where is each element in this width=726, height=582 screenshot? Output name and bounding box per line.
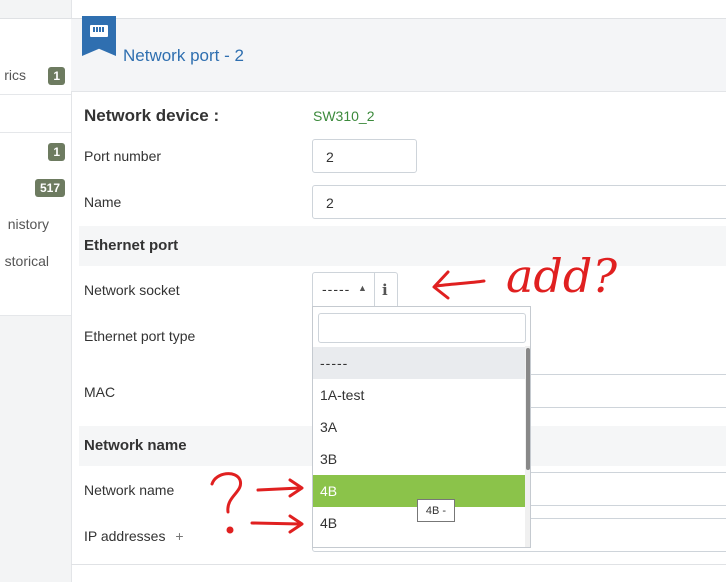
sidebar-item-label: storical: [4, 253, 49, 269]
arrow-annotation: [434, 279, 486, 288]
dropdown-option[interactable]: -----: [313, 347, 525, 379]
network-name-section-title: Network name: [84, 437, 187, 454]
question-mark-drawing: [210, 472, 243, 514]
network-device-link[interactable]: SW310_2: [313, 108, 374, 124]
sidebar-item[interactable]: [0, 280, 71, 316]
sidebar-top-item[interactable]: [0, 18, 71, 58]
dropdown-search-input[interactable]: [318, 313, 526, 343]
network-device-label: Network device :: [84, 106, 220, 125]
network-name-label: Network name: [84, 482, 175, 498]
network-socket-select[interactable]: ----- ▲ i: [312, 272, 398, 307]
sidebar-item-label: rics: [4, 67, 26, 83]
dropdown-option[interactable]: 3A: [313, 411, 525, 443]
sidebar: rics 1 1 517 nistory storical: [0, 0, 72, 582]
add-ip-icon[interactable]: +: [175, 528, 183, 544]
ethernet-port-type-label: Ethernet port type: [84, 328, 196, 344]
sidebar-item-historical[interactable]: storical: [0, 243, 71, 281]
name-label: Name: [84, 194, 122, 210]
network-port-icon: [82, 16, 116, 56]
sidebar-item[interactable]: 517: [0, 169, 71, 207]
count-badge: 1: [48, 67, 65, 85]
page-header: Network port - 2: [71, 16, 726, 92]
arrow-annotation: [256, 486, 302, 492]
sidebar-item-metrics[interactable]: rics 1: [0, 57, 71, 95]
caret-up-icon: ▲: [358, 283, 367, 293]
name-input[interactable]: 2: [312, 185, 726, 219]
dropdown-scrollbar[interactable]: [525, 346, 530, 547]
page-title: Network port - 2: [123, 46, 244, 65]
ip-addresses-label: IP addresses +: [84, 528, 184, 544]
info-icon[interactable]: i: [382, 281, 388, 299]
ethernet-section-title: Ethernet port: [84, 237, 179, 254]
network-socket-label: Network socket: [84, 282, 180, 298]
count-badge: 1: [48, 143, 65, 161]
port-number-label: Port number: [84, 148, 162, 164]
dropdown-option[interactable]: 1A-test: [313, 379, 525, 411]
sidebar-item-label: nistory: [7, 216, 49, 232]
option-tooltip: 4B -: [417, 499, 455, 522]
count-badge: 517: [34, 179, 65, 197]
sidebar-item[interactable]: 1: [0, 133, 71, 171]
port-number-input[interactable]: 2: [312, 139, 417, 173]
mac-label: MAC: [84, 384, 116, 400]
dropdown-option[interactable]: 3B: [313, 443, 525, 475]
sidebar-item-history[interactable]: nistory: [0, 206, 71, 244]
sidebar-item[interactable]: [0, 95, 71, 133]
arrow-annotation: [250, 521, 302, 526]
select-value: -----: [322, 281, 351, 297]
